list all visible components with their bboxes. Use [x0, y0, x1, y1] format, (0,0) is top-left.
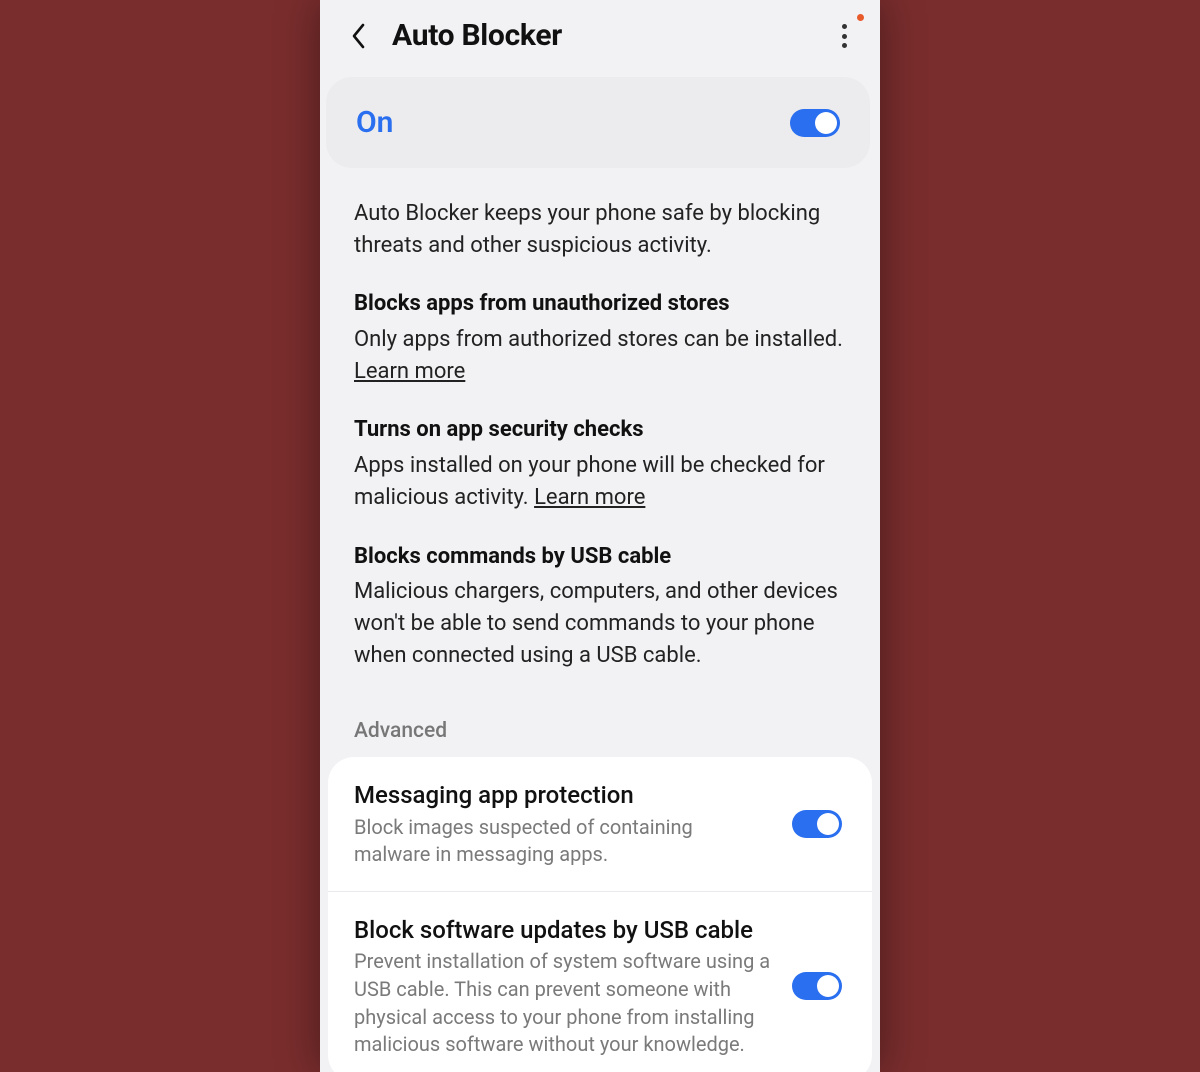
notification-dot-icon — [857, 14, 864, 21]
feature-desc: Apps installed on your phone will be che… — [354, 450, 846, 513]
learn-more-link[interactable]: Learn more — [534, 485, 645, 510]
master-toggle-card[interactable]: On — [326, 77, 870, 168]
more-options-icon[interactable] — [834, 22, 854, 50]
feature-title: Blocks commands by USB cable — [354, 542, 846, 573]
row-title: Messaging app protection — [354, 779, 774, 811]
back-icon[interactable] — [348, 25, 370, 47]
feature-section: Blocks apps from unauthorized stores Onl… — [354, 289, 846, 387]
learn-more-link[interactable]: Learn more — [354, 359, 465, 384]
advanced-section-label: Advanced — [320, 709, 880, 757]
master-toggle[interactable] — [790, 109, 840, 137]
feature-section: Turns on app security checks Apps instal… — [354, 415, 846, 513]
intro-text: Auto Blocker keeps your phone safe by bl… — [354, 198, 846, 261]
block-usb-updates-row[interactable]: Block software updates by USB cable Prev… — [328, 891, 872, 1072]
feature-title: Turns on app security checks — [354, 415, 846, 446]
feature-desc: Only apps from authorized stores can be … — [354, 324, 846, 387]
master-toggle-label: On — [356, 105, 393, 140]
block-usb-updates-toggle[interactable] — [792, 972, 842, 1000]
row-title: Block software updates by USB cable — [354, 914, 774, 946]
feature-title: Blocks apps from unauthorized stores — [354, 289, 846, 320]
feature-desc: Malicious chargers, computers, and other… — [354, 576, 846, 671]
row-subtitle: Block images suspected of containing mal… — [354, 814, 774, 869]
phone-screen: Auto Blocker On Auto Blocker keeps your … — [320, 0, 880, 1072]
messaging-protection-toggle[interactable] — [792, 810, 842, 838]
feature-section: Blocks commands by USB cable Malicious c… — [354, 542, 846, 672]
app-header: Auto Blocker — [320, 0, 880, 71]
advanced-list: Messaging app protection Block images su… — [328, 757, 872, 1072]
row-subtitle: Prevent installation of system software … — [354, 948, 774, 1058]
page-title: Auto Blocker — [392, 18, 562, 53]
description-block: Auto Blocker keeps your phone safe by bl… — [320, 168, 880, 709]
messaging-protection-row[interactable]: Messaging app protection Block images su… — [328, 757, 872, 891]
